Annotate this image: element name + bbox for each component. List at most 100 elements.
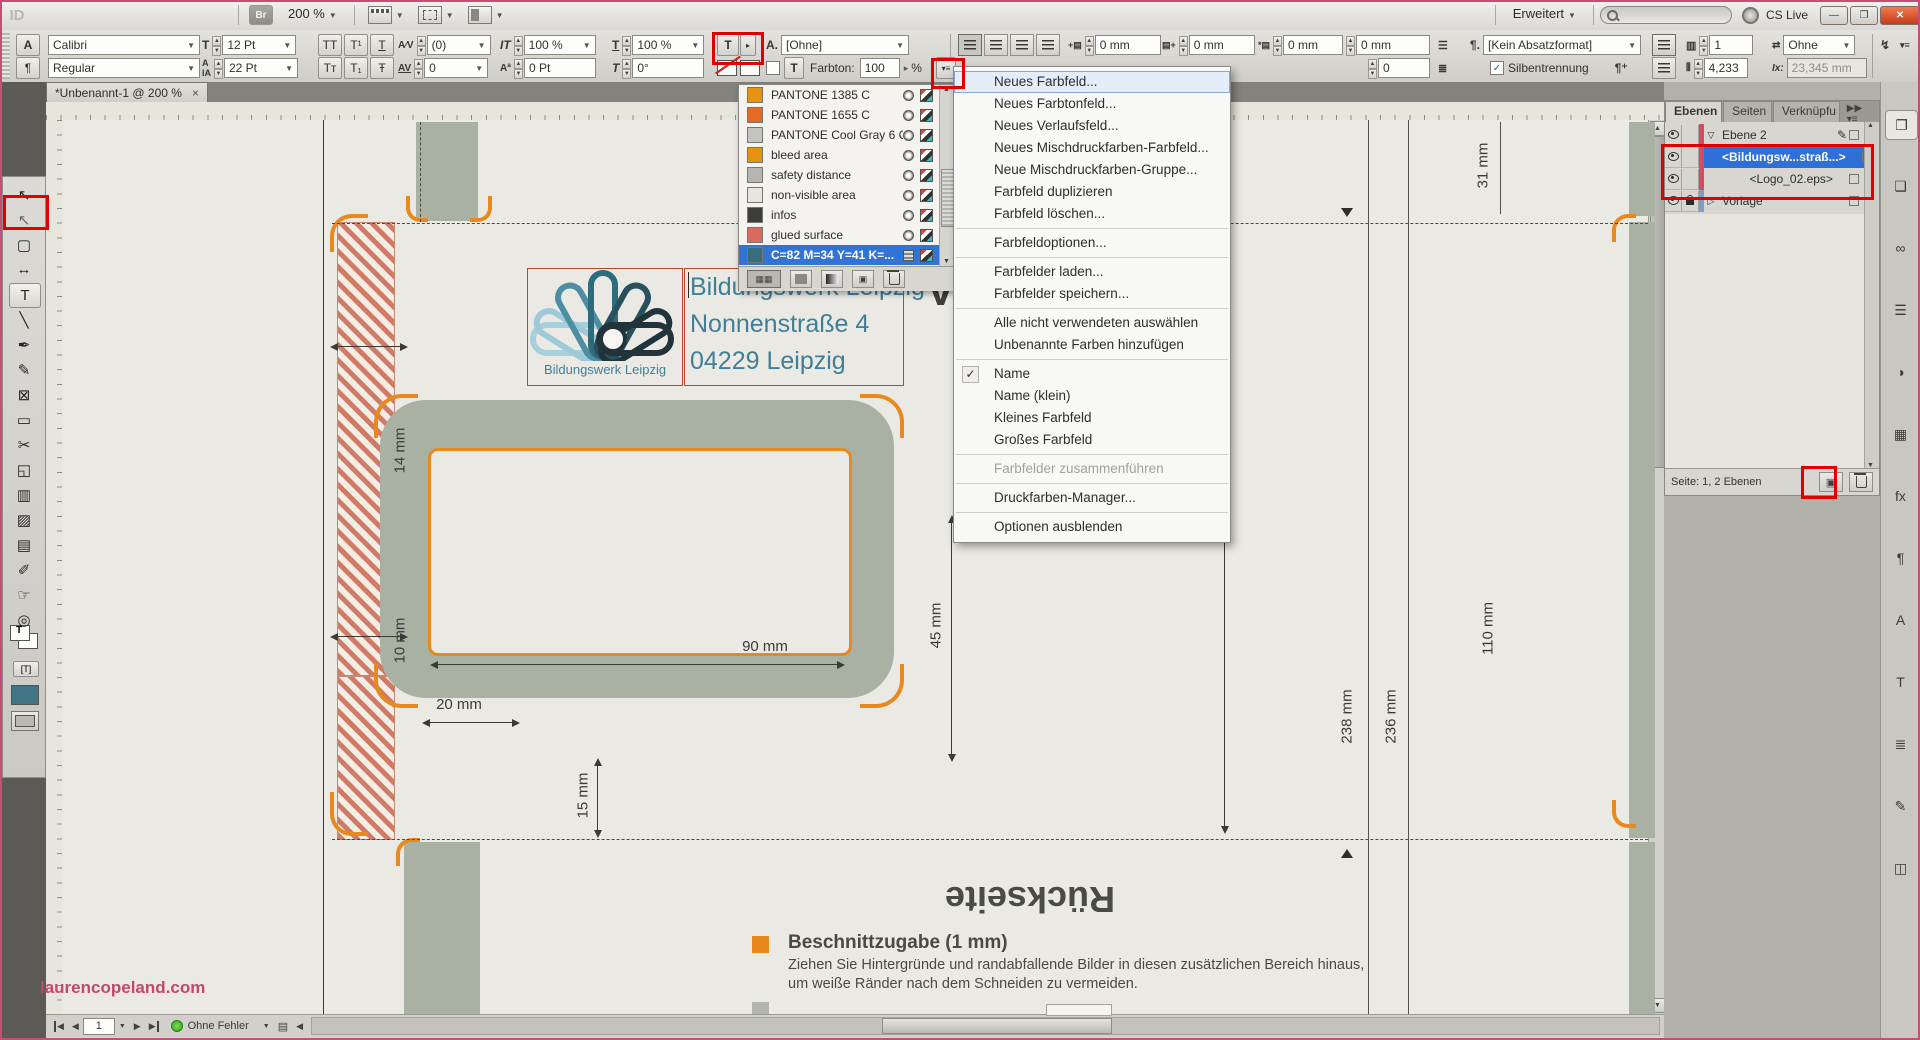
baseline-shift-stepper[interactable]: ▲▼ [514, 59, 523, 77]
horizontal-scrollbar-thumb[interactable] [882, 1018, 1112, 1034]
next-page-button[interactable]: ▶ [130, 1021, 145, 1032]
workspace-switcher[interactable]: Erweitert▼ [1502, 0, 1587, 31]
panel-icon-pathfinder[interactable]: ◫ [1885, 854, 1916, 882]
layer-visibility-toggle[interactable] [1665, 125, 1682, 146]
menu-item[interactable]: ✓ Druckfarben-Manager... [954, 487, 1230, 509]
gutter-stepper[interactable]: ▲▼ [1694, 59, 1703, 77]
formatting-affects-text-button[interactable]: [T] [13, 661, 39, 677]
layer-lock-toggle[interactable] [1682, 125, 1699, 146]
horizontal-scrollbar[interactable] [311, 1017, 1660, 1035]
expand-triangle-icon[interactable]: ▽ [1704, 130, 1718, 141]
layer-lock-toggle[interactable] [1682, 191, 1699, 212]
screen-mode-dropdown[interactable]: ▼ [418, 6, 454, 24]
vertical-ruler[interactable] [46, 120, 63, 1014]
non-visible area[interactable]: non-visible area [739, 185, 939, 205]
menu-item[interactable]: ✓ Neues Mischdruckfarben-Farbfeld... [954, 137, 1230, 159]
strikethrough-button[interactable]: Ŧ [370, 57, 394, 79]
expand-panels-icon[interactable]: ▶▶ [1847, 103, 1862, 114]
tab-seiten[interactable]: Seiten [1723, 101, 1772, 123]
fill-type-button[interactable]: T [717, 34, 739, 56]
arrange-documents-dropdown[interactable]: ▼ [468, 6, 504, 24]
font-size-stepper[interactable]: ▲▼ [212, 36, 221, 54]
kerning-combo[interactable]: (0)▼ [427, 35, 491, 55]
expand-triangle-icon[interactable]: ▷ [1704, 196, 1718, 207]
tracking-stepper[interactable]: ▲▼ [414, 59, 423, 77]
align-left-button[interactable] [958, 34, 982, 56]
menu-item[interactable]: ✓ Neue Mischdruckfarben-Gruppe... [954, 159, 1230, 181]
panel-icon-links[interactable]: ∞ [1885, 234, 1916, 262]
panel-icon-swatches[interactable]: ▦ [1885, 420, 1916, 448]
selection-tool[interactable]: ↖ [9, 183, 39, 206]
last-page-button[interactable]: ▶ [145, 1021, 159, 1032]
layer-lock-toggle[interactable] [1682, 169, 1699, 190]
scissors-tool[interactable]: ✂ [9, 433, 39, 456]
previous-page-button[interactable]: ◀ [68, 1021, 83, 1032]
baseline-grid-combo[interactable]: Ohne▼ [1783, 35, 1855, 55]
skew-field[interactable]: 0° [632, 58, 704, 78]
space-after-stepper[interactable]: ▲▼ [1346, 36, 1355, 54]
layer-lock-toggle[interactable] [1682, 147, 1699, 168]
minimize-button[interactable]: — [1820, 6, 1848, 25]
panel-grip[interactable] [2, 33, 10, 79]
safety distance[interactable]: safety distance [739, 165, 939, 185]
leading-stepper[interactable]: ▲▼ [214, 59, 223, 77]
scroll-up-icon[interactable]: ▲ [1867, 122, 1874, 129]
pencil-tool[interactable]: ✎ [9, 358, 39, 381]
hand-tool[interactable]: ☞ [9, 583, 39, 606]
layer-target-box[interactable] [1849, 174, 1859, 184]
type-tool[interactable]: T [9, 283, 41, 308]
document-tab[interactable]: *Unbenannt-1 @ 200 % × [46, 82, 208, 103]
layer-row-ebene-2[interactable]: ▽ Ebene 2 ✎ [1665, 124, 1863, 146]
preflight-dropdown-icon[interactable]: ▼ [259, 1023, 274, 1030]
new-swatch-button[interactable]: ▣ [852, 270, 874, 288]
line-tool[interactable]: ╲ [9, 308, 39, 331]
layer-visibility-toggle[interactable] [1665, 147, 1682, 168]
tracking-combo[interactable]: 0▼ [424, 58, 488, 78]
indent-left-field[interactable]: 0 mm [1095, 35, 1161, 55]
menu-item[interactable]: ✓ Farbfeld löschen... [954, 203, 1230, 225]
overprint-checkbox[interactable] [766, 61, 780, 75]
rectangle-tool[interactable]: ▭ [9, 408, 39, 431]
tab-verknuepfungen[interactable]: Verknüpfu [1773, 101, 1840, 123]
gap-tool[interactable]: ↔ [9, 258, 39, 281]
underline-button[interactable]: T [370, 34, 394, 56]
all-caps-button[interactable]: TT [318, 34, 342, 56]
menu-item[interactable]: ✓ Alle nicht verwendeten auswählen [954, 312, 1230, 334]
logo-frame[interactable]: Bildungswerk Leipzig [527, 268, 683, 386]
panel-icon-layers[interactable]: ❐ [1885, 110, 1918, 140]
numbered-list-icon[interactable]: ≣ [1438, 62, 1447, 75]
panel-icon-color[interactable]: ◑ [1885, 358, 1916, 386]
space-before-field[interactable]: 0 mm [1283, 35, 1343, 55]
stroke-none-swatch[interactable] [740, 60, 760, 76]
page-number-field[interactable]: 1 [83, 1018, 115, 1035]
show-color-swatches-button[interactable] [790, 270, 812, 288]
infos[interactable]: infos [739, 205, 939, 225]
tab-ebenen[interactable]: Ebenen [1665, 101, 1722, 123]
hyphenate-checkbox[interactable]: ✓ [1490, 61, 1504, 75]
control-panel-menu-icon[interactable]: ▾≡ [1900, 40, 1910, 51]
menu-item[interactable]: ✓ Kleines Farbfeld [954, 407, 1230, 429]
split-columns-button[interactable] [1652, 57, 1676, 79]
new-layer-button[interactable]: ▣ [1819, 472, 1843, 492]
columns-stepper[interactable]: ▲▼ [1699, 36, 1708, 54]
first-page-button[interactable]: ◀ [54, 1021, 68, 1032]
free-transform-tool[interactable]: ◱ [9, 458, 39, 481]
layer-row-vorlage[interactable]: ▷ Vorlage ✎ [1665, 190, 1863, 212]
panel-icon-notes[interactable]: ✎ [1885, 792, 1916, 820]
columns-field[interactable]: 1 [1709, 35, 1753, 55]
panel-icon-align[interactable]: ≣ [1885, 730, 1916, 758]
menu-item[interactable]: ✓ Optionen ausblenden [954, 516, 1230, 538]
C=82 M=34 Y=41 K=...[interactable]: C=82 M=34 Y=41 K=... [739, 245, 939, 265]
panel-icon-stroke[interactable]: ☰ [1885, 296, 1916, 324]
tint-field[interactable]: 100 [860, 58, 900, 78]
glued surface[interactable]: glued surface [739, 225, 939, 245]
preflight-panel-icon[interactable]: ▤ [274, 1020, 292, 1033]
balance-columns-button[interactable] [1652, 34, 1676, 56]
justify-button[interactable] [1036, 34, 1060, 56]
menu-item[interactable]: ✓ Name [954, 363, 1230, 385]
delete-swatch-button[interactable] [883, 270, 905, 288]
page-tool[interactable]: ▢ [9, 233, 39, 256]
scroll-down-icon[interactable]: ▼ [943, 258, 950, 265]
menu-item[interactable]: ✓ Farbfelder speichern... [954, 283, 1230, 305]
zoom-tool[interactable]: ◎ [9, 608, 39, 631]
